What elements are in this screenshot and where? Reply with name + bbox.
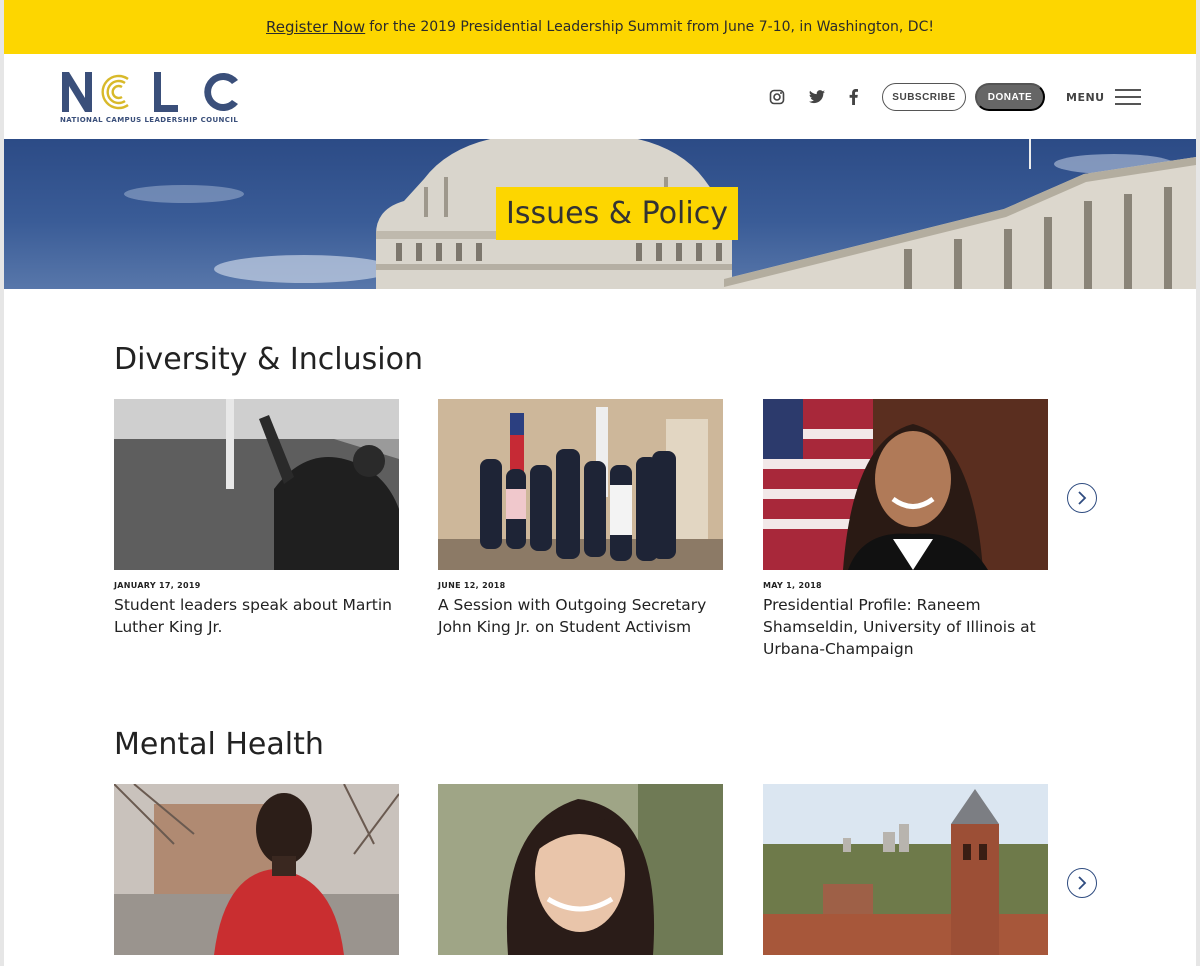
mlk-crowd-photo [114,399,399,570]
page-title: Issues & Policy [496,187,738,240]
register-now-link[interactable]: Register Now [266,18,365,36]
section-title-diversity: Diversity & Inclusion [114,342,423,377]
menu-label: MENU [1066,90,1105,104]
article-card[interactable]: JANUARY 17, 2019 Student leaders speak a… [114,399,399,638]
section-title-mental-health: Mental Health [114,727,324,762]
menu-button[interactable]: MENU [1066,86,1141,108]
article-headline: Presidential Profile: Raneem Shamseldin,… [763,596,1036,658]
raneem-portrait-photo [763,399,1048,570]
article-card[interactable]: MAY 1, 2018 Presidential Profile: Raneem… [763,399,1048,660]
logo-mark-icon [62,72,238,112]
site-header: NATIONAL CAMPUS LEADERSHIP COUNCIL SUBSC… [4,54,1196,139]
page: Register Now for the 2019 Presidential L… [4,0,1196,966]
hamburger-icon [1114,89,1141,105]
nclc-logo[interactable]: NATIONAL CAMPUS LEADERSHIP COUNCIL [60,68,244,128]
carousel-next-button[interactable] [1067,868,1097,898]
article-date: JANUARY 17, 2019 [114,581,201,590]
donate-button[interactable]: DONATE [975,83,1045,111]
facebook-icon[interactable] [842,86,864,108]
article-date: MAY 1, 2018 [763,581,822,590]
logo-tagline: NATIONAL CAMPUS LEADERSHIP COUNCIL [60,116,239,124]
carousel-next-button[interactable] [1067,483,1097,513]
instagram-icon[interactable] [766,86,788,108]
chevron-right-icon [1078,491,1087,505]
article-card[interactable] [438,784,723,955]
article-date: JUNE 12, 2018 [438,581,506,590]
announcement-bar: Register Now for the 2019 Presidential L… [4,0,1196,54]
hero-banner: Issues & Policy [4,139,1196,289]
article-card[interactable]: JUNE 12, 2018 A Session with Outgoing Se… [438,399,723,638]
twitter-icon[interactable] [806,86,828,108]
student-smiling-portrait-photo [438,784,723,955]
article-card[interactable] [114,784,399,955]
announcement-text: for the 2019 Presidential Leadership Sum… [369,19,934,35]
article-headline: Student leaders speak about Martin Luthe… [114,596,392,636]
subscribe-button[interactable]: SUBSCRIBE [882,83,966,111]
campus-tower-photo [763,784,1048,955]
article-headline: A Session with Outgoing Secretary John K… [438,596,707,636]
group-photo [438,399,723,570]
article-card[interactable] [763,784,1048,955]
chevron-right-icon [1078,876,1087,890]
student-red-jacket-photo [114,784,399,955]
